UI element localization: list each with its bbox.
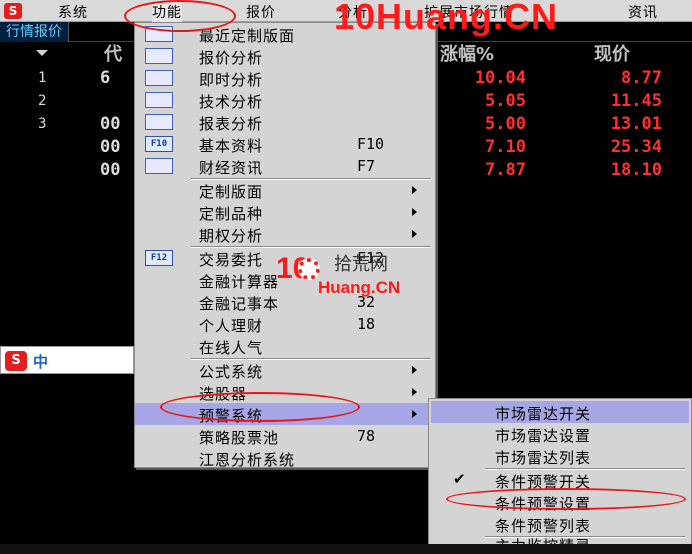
menu-item-formula-system[interactable]: 公式系统 [135,359,435,381]
menu-item-label: 策略股票池 [199,429,280,447]
menu-item-label: 个人理财 [199,317,264,335]
menu-news[interactable]: 资讯 [628,2,658,22]
submenu-arrow-icon [412,186,417,194]
current-price: 13.01 [610,114,662,134]
menu-item-shortcut: F10 [357,135,385,153]
change-percent: 7.10 [485,137,526,157]
report-icon [145,114,173,130]
menu-item-label: 定制版面 [199,183,264,201]
current-price: 18.10 [610,160,662,180]
change-percent: 10.04 [474,68,526,88]
news-icon [145,158,173,174]
menu-item-label: 在线人气 [199,339,264,357]
column-header-change[interactable]: 涨幅% [440,40,494,66]
menu-item-personal-finance[interactable]: 个人理财 18 [135,313,435,335]
row-index: 2 [38,93,47,109]
watermark-logo-domain: Huang.CN [318,278,401,297]
submenu-arrow-icon [412,388,417,396]
stock-code: 00 [100,160,121,180]
current-price: 25.34 [610,137,662,157]
menu-item-strategy-pool[interactable]: 策略股票池 78 [135,425,435,447]
menu-item-shortcut: 18 [357,315,376,333]
change-percent: 5.05 [485,91,526,111]
menu-item-options-analysis[interactable]: 期权分析 [135,223,435,245]
sort-desc-icon[interactable] [36,50,48,56]
submenu-item-radar-settings[interactable]: 市场雷达设置 [431,423,689,445]
menu-item-custom-symbols[interactable]: 定制品种 [135,201,435,223]
menu-item-label: 期权分析 [199,227,264,245]
checkmark-icon: ✔ [453,470,466,488]
line-chart-icon [145,70,173,86]
change-percent: 5.00 [485,114,526,134]
watermark-logo: 10 拾荒网 Huang.CN [276,248,434,304]
submenu-item-label: 市场雷达设置 [495,427,592,445]
menu-item-label: 金融记事本 [199,295,280,313]
menu-item-quote-analysis[interactable]: 报价分析 [135,45,435,67]
change-percent: 7.87 [485,160,526,180]
menu-item-label: 技术分析 [199,93,264,111]
menu-item-label: 报价分析 [199,49,264,67]
menu-item-label: 报表分析 [199,115,264,133]
submenu-arrow-icon [412,366,417,374]
status-bar [0,544,692,554]
menu-item-label: 基本资料 [199,137,264,155]
menu-item-shortcut: 78 [357,427,376,445]
annotation-ring-alert-system [160,392,360,422]
menu-item-label: 江恩分析系统 [199,451,296,469]
menu-system[interactable]: 系统 [58,2,88,22]
menu-item-label: 财经资讯 [199,159,264,177]
menu-item-label: 公式系统 [199,363,264,381]
watermark-logo-text: 拾荒网 [334,254,388,275]
f12-icon: F12 [145,250,173,266]
annotation-ring-condition-alert-settings [446,488,686,510]
column-header-code[interactable]: 代 [104,40,122,66]
submenu-arrow-icon [412,230,417,238]
submenu-item-radar-toggle[interactable]: 市场雷达开关 [431,401,689,423]
menu-item-gann-analysis[interactable]: 江恩分析系统 [135,447,435,469]
menu-item-label: 交易委托 [199,251,264,269]
stock-code: 6 [100,68,111,88]
submenu-arrow-icon [412,208,417,216]
tab-quote[interactable]: 行情报价 [0,22,69,42]
ime-mode-label[interactable]: 中 [33,351,48,372]
menu-item-label: 定制品种 [199,205,264,223]
menu-item-basic-info[interactable]: F10 基本资料 F10 [135,133,435,155]
menu-item-label: 金融计算器 [199,273,280,291]
menu-item-custom-layout[interactable]: 定制版面 [135,179,435,201]
menu-item-realtime-analysis[interactable]: 即时分析 [135,67,435,89]
stock-code: 00 [100,114,121,134]
menu-item-label: 即时分析 [199,71,264,89]
submenu-item-label: 市场雷达列表 [495,449,592,467]
menu-item-online-popularity[interactable]: 在线人气 [135,335,435,357]
watermark-text: 10Huang.CN [334,0,559,37]
annotation-ring-function-menu [124,0,236,32]
sogou-logo-icon: S [5,351,27,371]
candlestick-icon [145,92,173,108]
submenu-arrow-icon [412,410,417,418]
app-logo-icon: S [4,3,22,19]
row-index: 1 [38,70,47,86]
menu-item-report-analysis[interactable]: 报表分析 [135,111,435,133]
row-index: 3 [38,116,47,132]
column-header-price[interactable]: 现价 [594,40,630,66]
current-price: 8.77 [621,68,662,88]
stock-code: 00 [100,137,121,157]
current-price: 11.45 [610,91,662,111]
gear-icon [298,258,320,280]
menu-item-financial-news[interactable]: 财经资讯 F7 [135,155,435,177]
alert-submenu: 市场雷达开关 市场雷达设置 市场雷达列表 ✔ 条件预警开关 条件预警设置 条件预… [428,398,692,554]
submenu-item-radar-list[interactable]: 市场雷达列表 [431,445,689,467]
menu-item-technical-analysis[interactable]: 技术分析 [135,89,435,111]
submenu-item-label: 市场雷达开关 [495,405,592,423]
f10-icon: F10 [145,136,173,152]
menu-quote[interactable]: 报价 [246,2,276,22]
menu-item-shortcut: F7 [357,157,376,175]
ime-toolbar[interactable]: S 中 [0,346,134,374]
grid-icon [145,48,173,64]
submenu-item-condition-alert-list[interactable]: 条件预警列表 [431,513,689,535]
